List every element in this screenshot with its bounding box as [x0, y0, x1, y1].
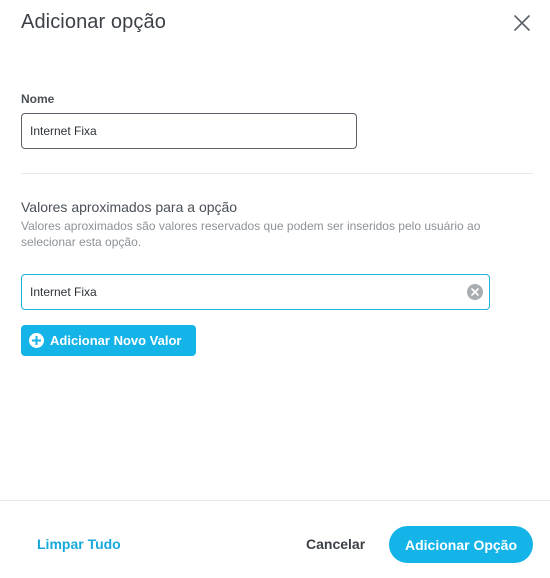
- footer-divider: [0, 500, 550, 501]
- approx-values-description: Valores aproximados são valores reservad…: [21, 219, 481, 249]
- add-option-button[interactable]: Adicionar Opção: [389, 526, 533, 563]
- name-input[interactable]: [21, 113, 357, 149]
- add-option-dialog: Adicionar opção Nome Valores aproximados…: [0, 0, 550, 578]
- dialog-title: Adicionar opção: [21, 11, 166, 33]
- approx-values-title: Valores aproximados para a opção: [21, 199, 238, 215]
- name-field-label: Nome: [21, 92, 55, 106]
- section-divider: [21, 173, 533, 174]
- clear-value-button[interactable]: [467, 284, 483, 300]
- clear-circle-icon: [471, 288, 479, 296]
- cancel-button[interactable]: Cancelar: [306, 536, 365, 552]
- approx-value-input[interactable]: [22, 275, 462, 309]
- plus-circle-icon: [29, 333, 44, 348]
- add-new-value-label: Adicionar Novo Valor: [50, 333, 182, 348]
- close-button[interactable]: [512, 13, 532, 33]
- add-new-value-button[interactable]: Adicionar Novo Valor: [21, 325, 196, 356]
- close-icon: [514, 15, 530, 31]
- approx-value-field: [21, 274, 490, 310]
- clear-all-button[interactable]: Limpar Tudo: [37, 536, 121, 552]
